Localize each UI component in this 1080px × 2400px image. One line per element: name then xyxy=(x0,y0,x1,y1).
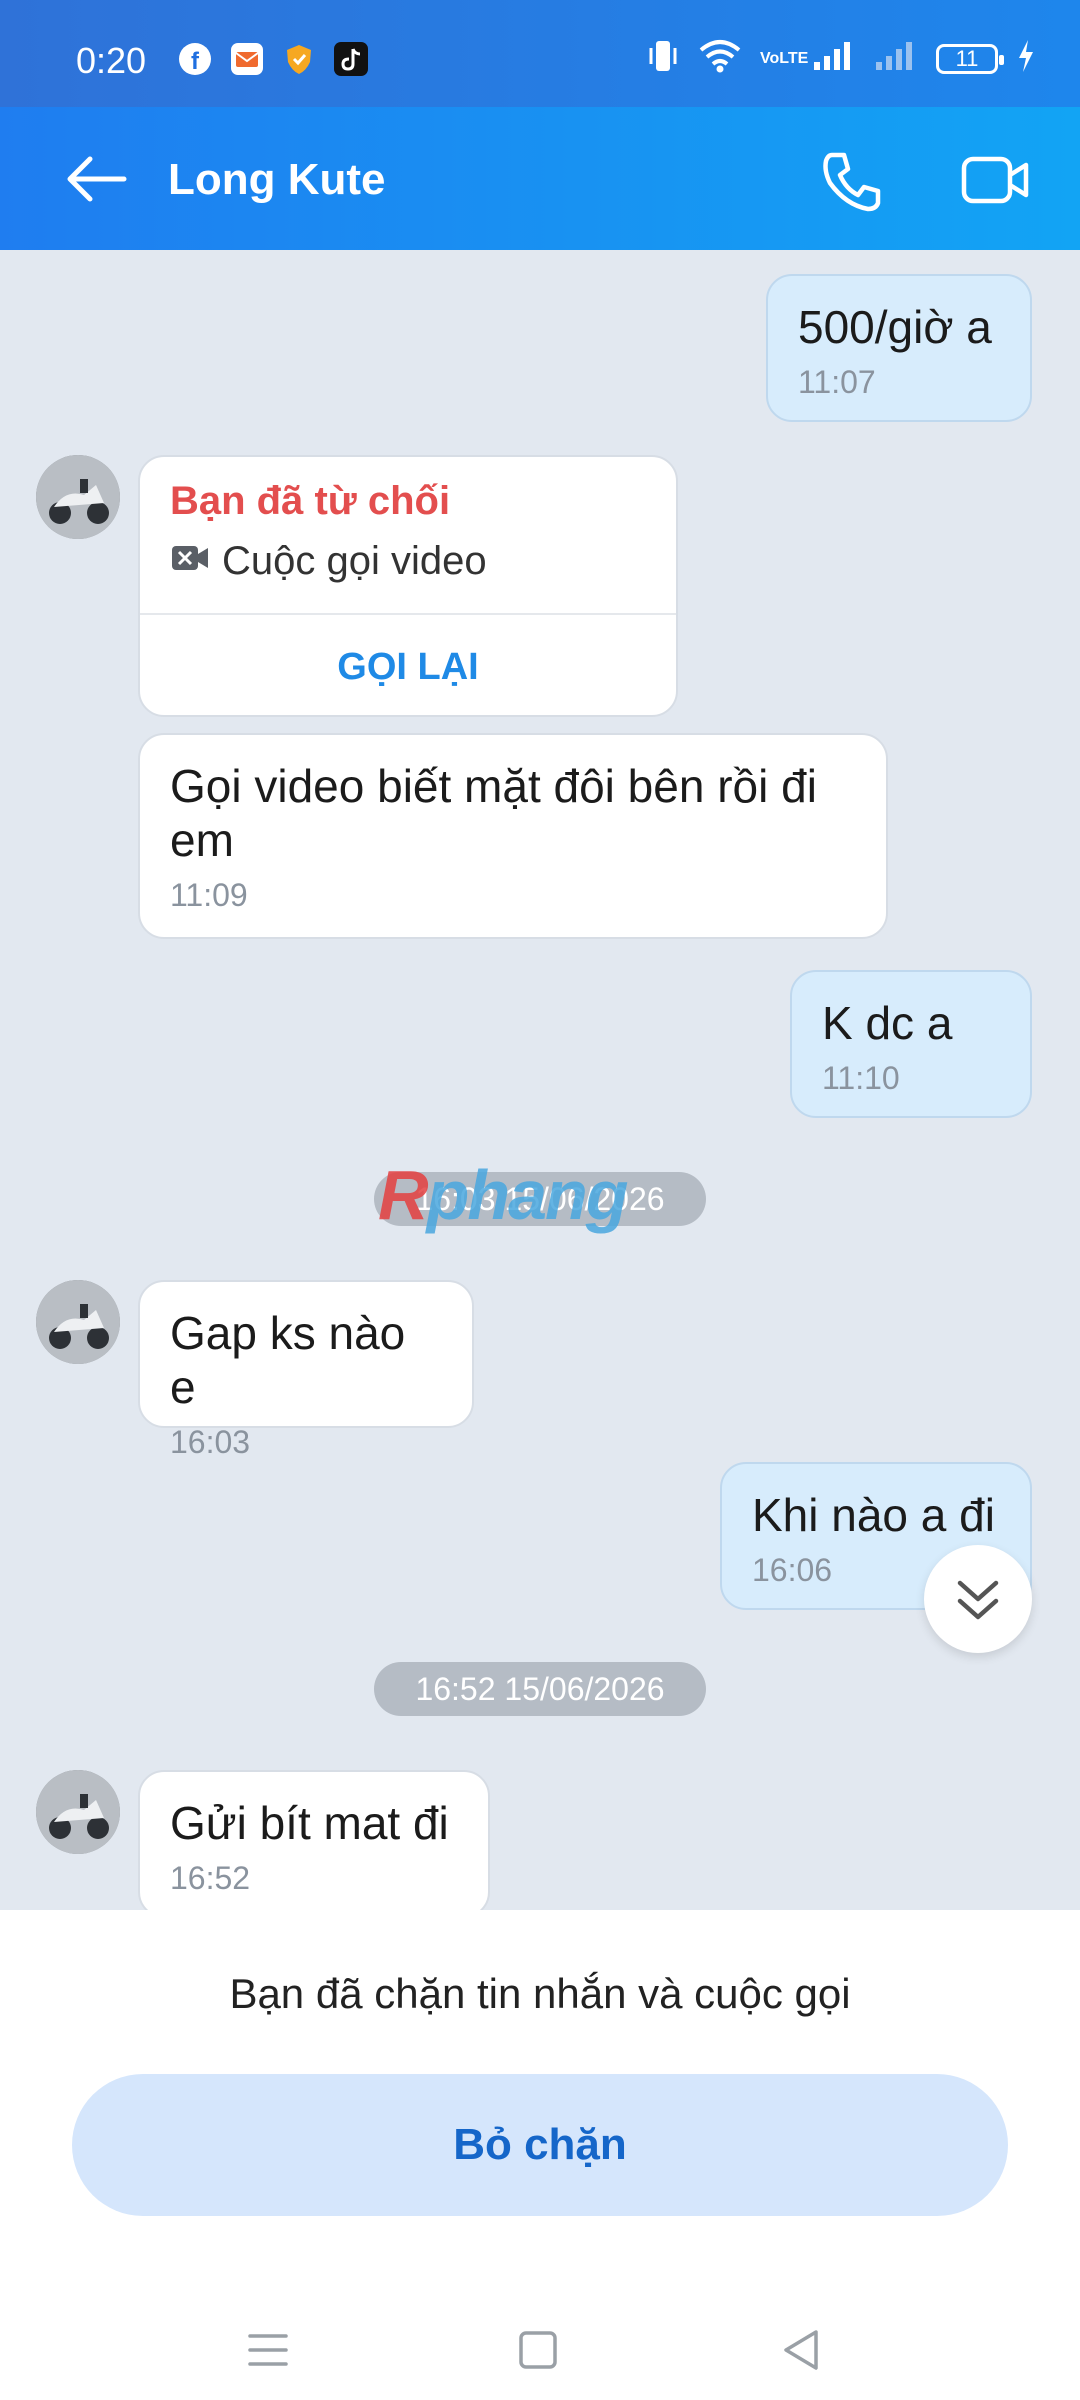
shield-icon xyxy=(282,42,316,76)
avatar[interactable] xyxy=(36,1280,120,1364)
message-text: Khi nào a đi xyxy=(752,1489,995,1541)
message-text: Gap ks nào e xyxy=(170,1307,406,1413)
call-type: Cuộc gọi video xyxy=(170,539,487,584)
facebook-icon: f xyxy=(178,42,212,76)
notification-icons: f xyxy=(178,42,368,76)
status-bar: 0:20 f VoLTE 11 xyxy=(0,0,1080,107)
message-incoming[interactable]: Gọi video biết mặt đôi bên rồi đi em 11:… xyxy=(138,733,888,939)
volte-icon: VoLTE xyxy=(760,49,809,67)
missed-call-card: Bạn đã từ chối Cuộc gọi video GỌI LẠI xyxy=(138,455,678,717)
vibrate-icon xyxy=(646,38,680,79)
contact-name[interactable]: Long Kute xyxy=(168,155,386,205)
message-outgoing[interactable]: K dc a 11:10 xyxy=(790,970,1032,1118)
status-time: 0:20 xyxy=(76,40,147,81)
blocked-notice: Bạn đã chặn tin nhắn và cuộc gọi xyxy=(229,1970,851,2017)
arrow-left-icon[interactable] xyxy=(62,149,132,209)
battery-level: 11 xyxy=(955,45,979,71)
message-list[interactable]: 500/giờ a 11:07 Bạn đã từ chối Cuộc gọi … xyxy=(0,250,1080,1918)
date-divider: 16:52 15/06/2026 xyxy=(374,1662,706,1716)
battery-icon: 11 xyxy=(936,43,1004,74)
system-icons: VoLTE 11 xyxy=(646,38,1036,79)
signal-weak-icon xyxy=(874,40,918,77)
unblock-button[interactable]: Bỏ chặn xyxy=(72,2074,1008,2216)
call-status: Bạn đã từ chối xyxy=(170,479,451,523)
message-outgoing[interactable]: 500/giờ a 11:07 xyxy=(766,274,1032,422)
phone-icon[interactable] xyxy=(818,147,886,215)
message-time: 11:09 xyxy=(170,877,248,913)
call-back-button[interactable]: GỌI LẠI xyxy=(140,615,676,715)
message-incoming[interactable]: Gap ks nào e 16:03 xyxy=(138,1280,474,1460)
call-type-label: Cuộc gọi video xyxy=(222,539,487,583)
double-chevron-down-icon xyxy=(957,1580,999,1620)
message-text: Gửi bít mat đi xyxy=(170,1797,449,1849)
watermark: Rphang xyxy=(378,1156,629,1234)
tiktok-icon xyxy=(334,42,368,76)
home-icon[interactable] xyxy=(508,2320,568,2380)
signal-icon xyxy=(812,40,856,77)
message-time: 16:03 xyxy=(170,1424,251,1460)
message-incoming[interactable]: Gửi bít mat đi 16:52 xyxy=(138,1770,490,1918)
avatar[interactable] xyxy=(36,455,120,539)
menu-icon[interactable] xyxy=(238,2320,298,2380)
scroll-to-bottom-button[interactable] xyxy=(924,1545,1032,1653)
message-text: Gọi video biết mặt đôi bên rồi đi em xyxy=(170,760,817,866)
svg-text:f: f xyxy=(191,48,200,75)
avatar[interactable] xyxy=(36,1770,120,1854)
back-triangle-icon[interactable] xyxy=(772,2320,832,2380)
chat-header: Long Kute xyxy=(0,107,1080,250)
mail-app-icon xyxy=(230,42,264,76)
message-text: K dc a xyxy=(822,997,953,1049)
message-text: 500/giờ a xyxy=(798,301,992,353)
message-time: 16:52 xyxy=(170,1860,251,1896)
message-time: 11:10 xyxy=(822,1060,900,1096)
message-time: 11:07 xyxy=(798,364,876,400)
video-off-icon xyxy=(170,539,210,584)
wifi-icon xyxy=(698,38,742,79)
charging-icon xyxy=(1016,39,1036,78)
video-camera-icon[interactable] xyxy=(960,149,1032,211)
system-nav-bar xyxy=(0,2300,1080,2400)
